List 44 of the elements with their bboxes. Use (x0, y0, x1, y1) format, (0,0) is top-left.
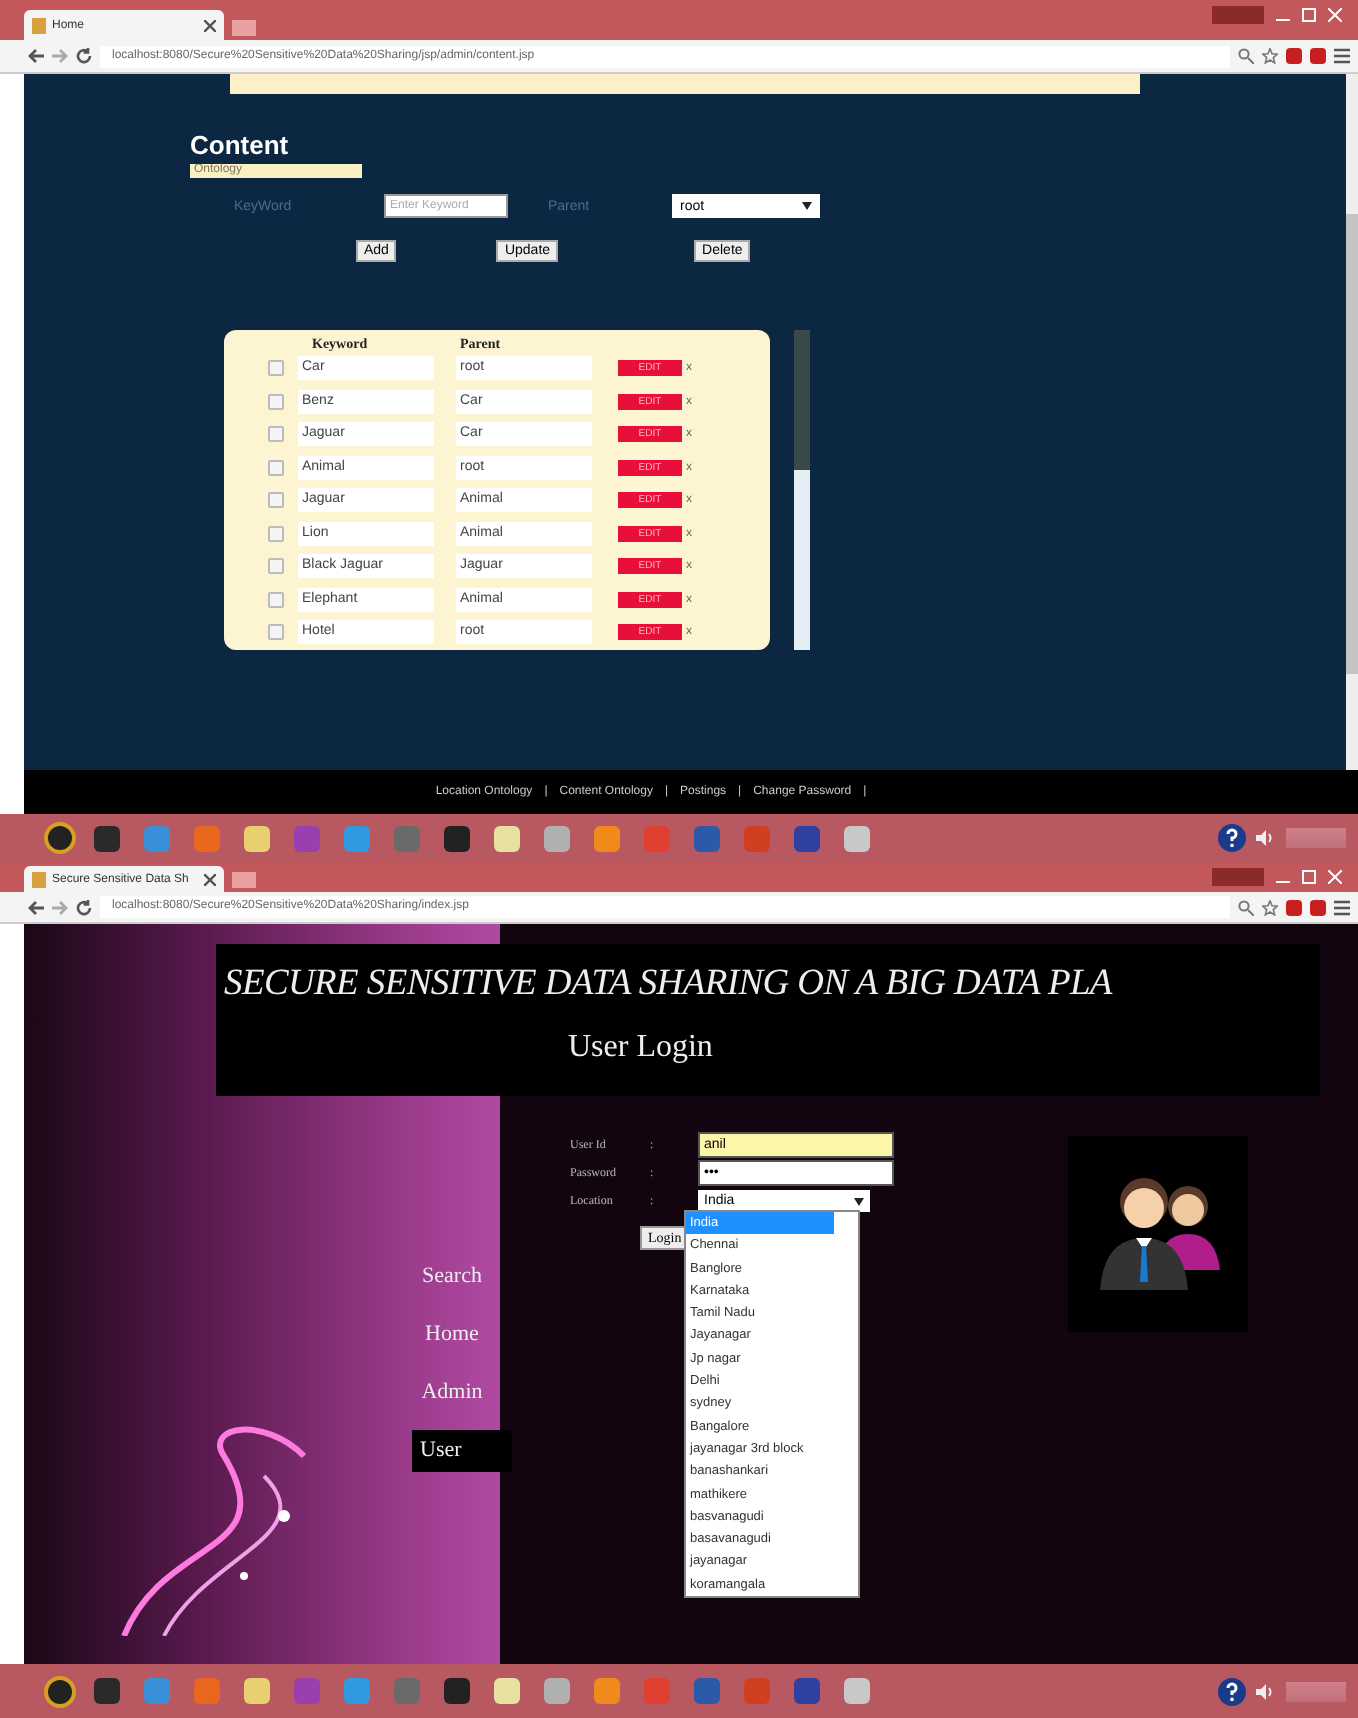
reload-icon[interactable] (76, 899, 92, 915)
page-icon (32, 17, 46, 33)
page-scrollbar[interactable] (1346, 74, 1358, 770)
nav-item[interactable]: Search (408, 1256, 496, 1298)
row-checkbox[interactable] (268, 525, 284, 542)
site-title: SECURE SENSITIVE DATA SHARING ON A BIG DATA PLA (222, 962, 1115, 1006)
start-icon[interactable] (44, 822, 76, 854)
page-icon (32, 871, 46, 887)
row-checkbox[interactable] (268, 492, 284, 509)
row-checkbox[interactable] (268, 558, 284, 575)
close-icon[interactable] (204, 19, 216, 31)
back-icon[interactable] (28, 48, 44, 64)
maximize-icon[interactable] (1302, 870, 1316, 884)
forward-icon[interactable] (52, 899, 68, 915)
caret-icon (854, 1197, 864, 1205)
maximize-icon[interactable] (1302, 8, 1316, 22)
menu-icon[interactable] (1334, 899, 1350, 915)
star-icon[interactable] (1262, 899, 1278, 915)
row-checkbox[interactable] (268, 426, 284, 443)
back-icon[interactable] (28, 899, 44, 915)
search-icon[interactable] (1238, 899, 1254, 915)
scrollbar[interactable] (794, 330, 810, 650)
forward-icon[interactable] (52, 48, 68, 64)
start-icon[interactable] (44, 1675, 76, 1707)
row-checkbox[interactable] (268, 360, 284, 377)
page-heading: Content (190, 130, 291, 160)
speaker-icon[interactable] (1256, 830, 1276, 846)
close-icon[interactable] (204, 873, 216, 885)
help-icon[interactable] (1218, 824, 1246, 852)
row-checkbox[interactable] (268, 591, 284, 608)
reload-icon[interactable] (76, 48, 92, 64)
nav-item[interactable]: Admin (408, 1372, 496, 1414)
speaker-icon[interactable] (1256, 1683, 1276, 1699)
caret-icon (802, 202, 812, 210)
star-icon[interactable] (1262, 48, 1278, 64)
nav-item[interactable]: User (412, 1430, 512, 1472)
nav-item[interactable]: Home (408, 1314, 496, 1356)
help-icon[interactable] (1218, 1677, 1246, 1705)
row-checkbox[interactable] (268, 393, 284, 410)
menu-icon[interactable] (1334, 48, 1350, 64)
row-checkbox[interactable] (268, 624, 284, 641)
search-icon[interactable] (1238, 48, 1254, 64)
row-checkbox[interactable] (268, 459, 284, 476)
page-heading: User Login (566, 1028, 715, 1066)
